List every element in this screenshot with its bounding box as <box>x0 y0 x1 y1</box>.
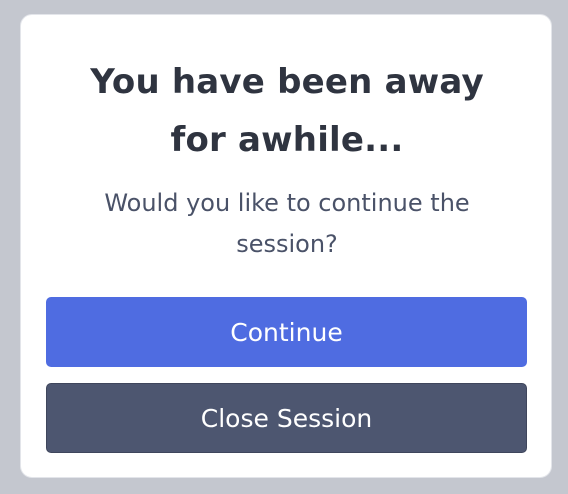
close-session-button[interactable]: Close Session <box>46 383 527 453</box>
dialog-message: Would you like to continue the session? <box>104 189 470 258</box>
continue-button[interactable]: Continue <box>46 297 527 367</box>
dialog-title: You have been away for awhile... <box>90 62 484 160</box>
modal-backdrop: You have been away for awhile... Would y… <box>0 0 568 494</box>
session-timeout-dialog: You have been away for awhile... Would y… <box>20 14 552 478</box>
